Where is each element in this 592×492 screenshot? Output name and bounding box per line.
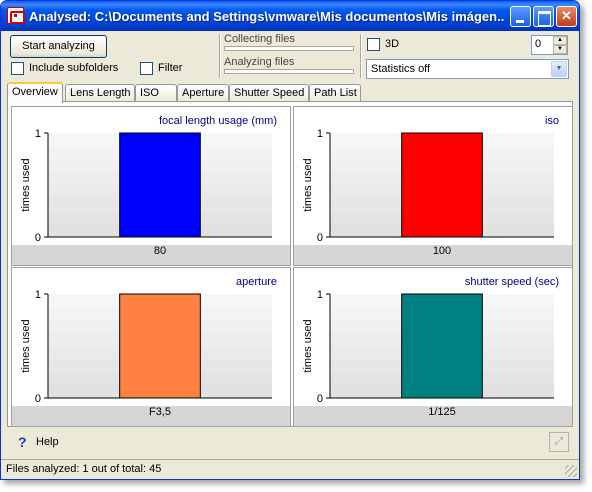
analyzing-progress xyxy=(224,69,354,74)
x-tick-label: F3,5 xyxy=(149,406,171,418)
y-axis-label: times used xyxy=(20,319,32,372)
aperture-chart: 0 1 F3,5 aperture times used xyxy=(11,267,291,427)
y-axis-label: times used xyxy=(302,158,314,211)
toolbar-divider xyxy=(219,34,221,78)
chevron-down-icon[interactable]: ▼ xyxy=(551,61,567,77)
bar xyxy=(119,132,201,238)
help-label[interactable]: Help xyxy=(36,436,59,448)
filter-checkbox[interactable] xyxy=(140,62,153,75)
stepper-buttons: ▲ ▼ xyxy=(553,36,567,54)
stepper-down-icon[interactable]: ▼ xyxy=(553,45,567,54)
bar xyxy=(401,293,483,399)
chart-title: aperture xyxy=(236,276,277,288)
maximize-button[interactable] xyxy=(533,6,554,27)
chart-count-stepper[interactable]: 0 ▲ ▼ xyxy=(531,35,568,55)
include-subfolders-checkbox[interactable] xyxy=(11,62,24,75)
y-tick-label: 1 xyxy=(317,128,323,140)
y-tick-label: 1 xyxy=(317,289,323,301)
close-button[interactable]: ✕ xyxy=(556,6,577,27)
tab-overview[interactable]: Overview xyxy=(7,82,63,103)
help-icon[interactable]: ? xyxy=(18,434,27,450)
app-window: Analysed: C:\Documents and Settings\vmwa… xyxy=(0,0,580,480)
x-tick-label: 100 xyxy=(433,245,451,257)
tab-aperture[interactable]: Aperture xyxy=(177,84,229,102)
x-tick-label: 1/125 xyxy=(428,406,456,418)
shutter-speed-chart: 0 1 1/125 shutter speed (sec) times used xyxy=(293,267,573,427)
analyzing-files-label: Analyzing files xyxy=(224,56,295,68)
window-title: Analysed: C:\Documents and Settings\vmwa… xyxy=(29,9,504,24)
y-axis-label: times used xyxy=(20,158,32,211)
y-tick-label: 0 xyxy=(317,232,323,244)
overview-panel: 0 1 80 focal length usage (mm) times used 0 1… xyxy=(7,101,573,427)
tab-lens-length[interactable]: Lens Length xyxy=(65,84,135,102)
y-tick-label: 1 xyxy=(35,128,41,140)
iso-chart: 0 1 100 iso times used xyxy=(293,106,573,266)
y-tick-label: 1 xyxy=(35,289,41,301)
start-analyzing-button[interactable]: Start analyzing xyxy=(10,35,107,58)
tab-strip: Overview Lens Length ISO Aperture Shutte… xyxy=(7,82,573,103)
y-tick-label: 0 xyxy=(35,232,41,244)
toolbar-divider-2 xyxy=(360,34,362,78)
app-icon[interactable] xyxy=(7,7,25,24)
chart-title: focal length usage (mm) xyxy=(159,115,277,127)
statistics-select[interactable]: Statistics off ▼ xyxy=(366,59,569,79)
chart-title: shutter speed (sec) xyxy=(465,276,559,288)
include-subfolders-label: Include subfolders xyxy=(29,62,119,74)
focal-length-chart: 0 1 80 focal length usage (mm) times used xyxy=(11,106,291,266)
y-tick-label: 0 xyxy=(317,393,323,405)
resize-grip-icon[interactable] xyxy=(565,465,577,477)
stepper-value: 0 xyxy=(535,38,542,50)
collecting-progress xyxy=(224,46,354,51)
chart-title: iso xyxy=(545,115,559,127)
status-bar: Files analyzed: 1 out of total: 45 xyxy=(1,459,579,479)
tab-shutter-speed[interactable]: Shutter Speed xyxy=(229,84,309,102)
three-d-checkbox[interactable] xyxy=(367,38,380,51)
category-band xyxy=(12,245,290,265)
collecting-files-label: Collecting files xyxy=(224,33,295,45)
y-axis-label: times used xyxy=(302,319,314,372)
tab-iso[interactable]: ISO xyxy=(135,84,177,102)
x-tick-label: 80 xyxy=(154,245,166,257)
status-text: Files analyzed: 1 out of total: 45 xyxy=(6,463,162,475)
tab-path-list[interactable]: Path List xyxy=(309,84,361,102)
statistics-select-value: Statistics off xyxy=(371,63,431,75)
title-bar[interactable]: Analysed: C:\Documents and Settings\vmwa… xyxy=(1,1,579,31)
bar xyxy=(119,293,201,399)
bar xyxy=(401,132,483,238)
y-tick-label: 0 xyxy=(35,393,41,405)
three-d-label: 3D xyxy=(385,38,400,50)
stepper-up-icon[interactable]: ▲ xyxy=(553,36,567,45)
fullscreen-icon[interactable]: ⤢ xyxy=(549,432,569,452)
minimize-button[interactable] xyxy=(510,6,531,27)
filter-label: Filter xyxy=(158,62,183,74)
